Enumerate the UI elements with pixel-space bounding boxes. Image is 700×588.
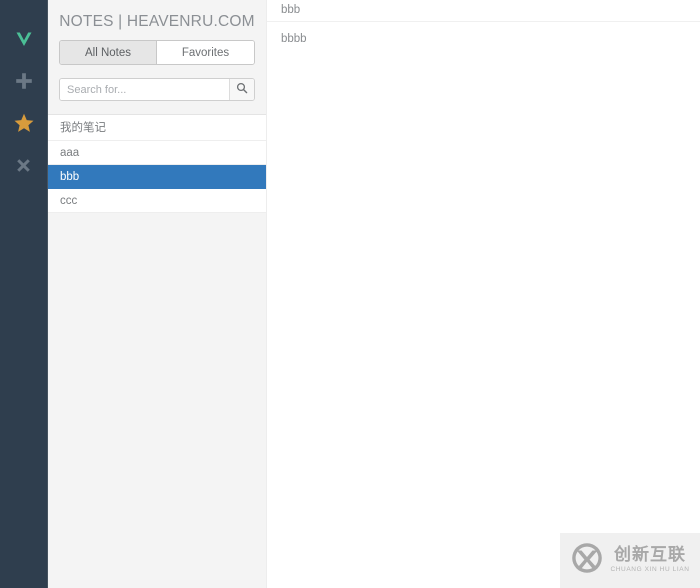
notes-app-window: NOTES | HEAVENRU.COM All Notes Favorites xyxy=(0,0,700,588)
header-spacer xyxy=(48,101,266,114)
note-body-field[interactable]: bbbb xyxy=(267,22,700,588)
close-icon-button[interactable] xyxy=(0,144,48,186)
icon-rail xyxy=(0,0,48,588)
star-icon xyxy=(13,112,35,134)
list-item-selected[interactable]: bbb xyxy=(48,165,266,189)
note-title-field[interactable]: bbb xyxy=(267,0,700,22)
list-header: NOTES | HEAVENRU.COM All Notes Favorites xyxy=(48,0,266,114)
note-list: 我的笔记 aaa bbb ccc xyxy=(48,114,266,213)
plus-icon xyxy=(14,71,34,91)
search-icon xyxy=(236,82,248,97)
tab-group: All Notes Favorites xyxy=(59,40,255,65)
list-item[interactable]: 我的笔记 xyxy=(48,115,266,141)
search-button[interactable] xyxy=(229,79,254,100)
plus-icon-button[interactable] xyxy=(0,60,48,102)
check-icon xyxy=(13,28,35,50)
star-icon-button[interactable] xyxy=(0,102,48,144)
list-item[interactable]: ccc xyxy=(48,189,266,213)
search-bar xyxy=(59,78,255,101)
list-item[interactable]: aaa xyxy=(48,141,266,165)
notes-list-panel: NOTES | HEAVENRU.COM All Notes Favorites xyxy=(48,0,266,588)
tab-all-notes[interactable]: All Notes xyxy=(60,41,157,64)
check-icon-button[interactable] xyxy=(0,18,48,60)
note-editor: bbb bbbb 创新互联 CHUANG XIN HU LIAN xyxy=(266,0,700,588)
close-icon xyxy=(14,156,33,175)
search-input[interactable] xyxy=(60,79,229,100)
page-title: NOTES | HEAVENRU.COM xyxy=(59,13,255,30)
tab-favorites[interactable]: Favorites xyxy=(157,41,254,64)
list-empty-area xyxy=(48,213,266,588)
